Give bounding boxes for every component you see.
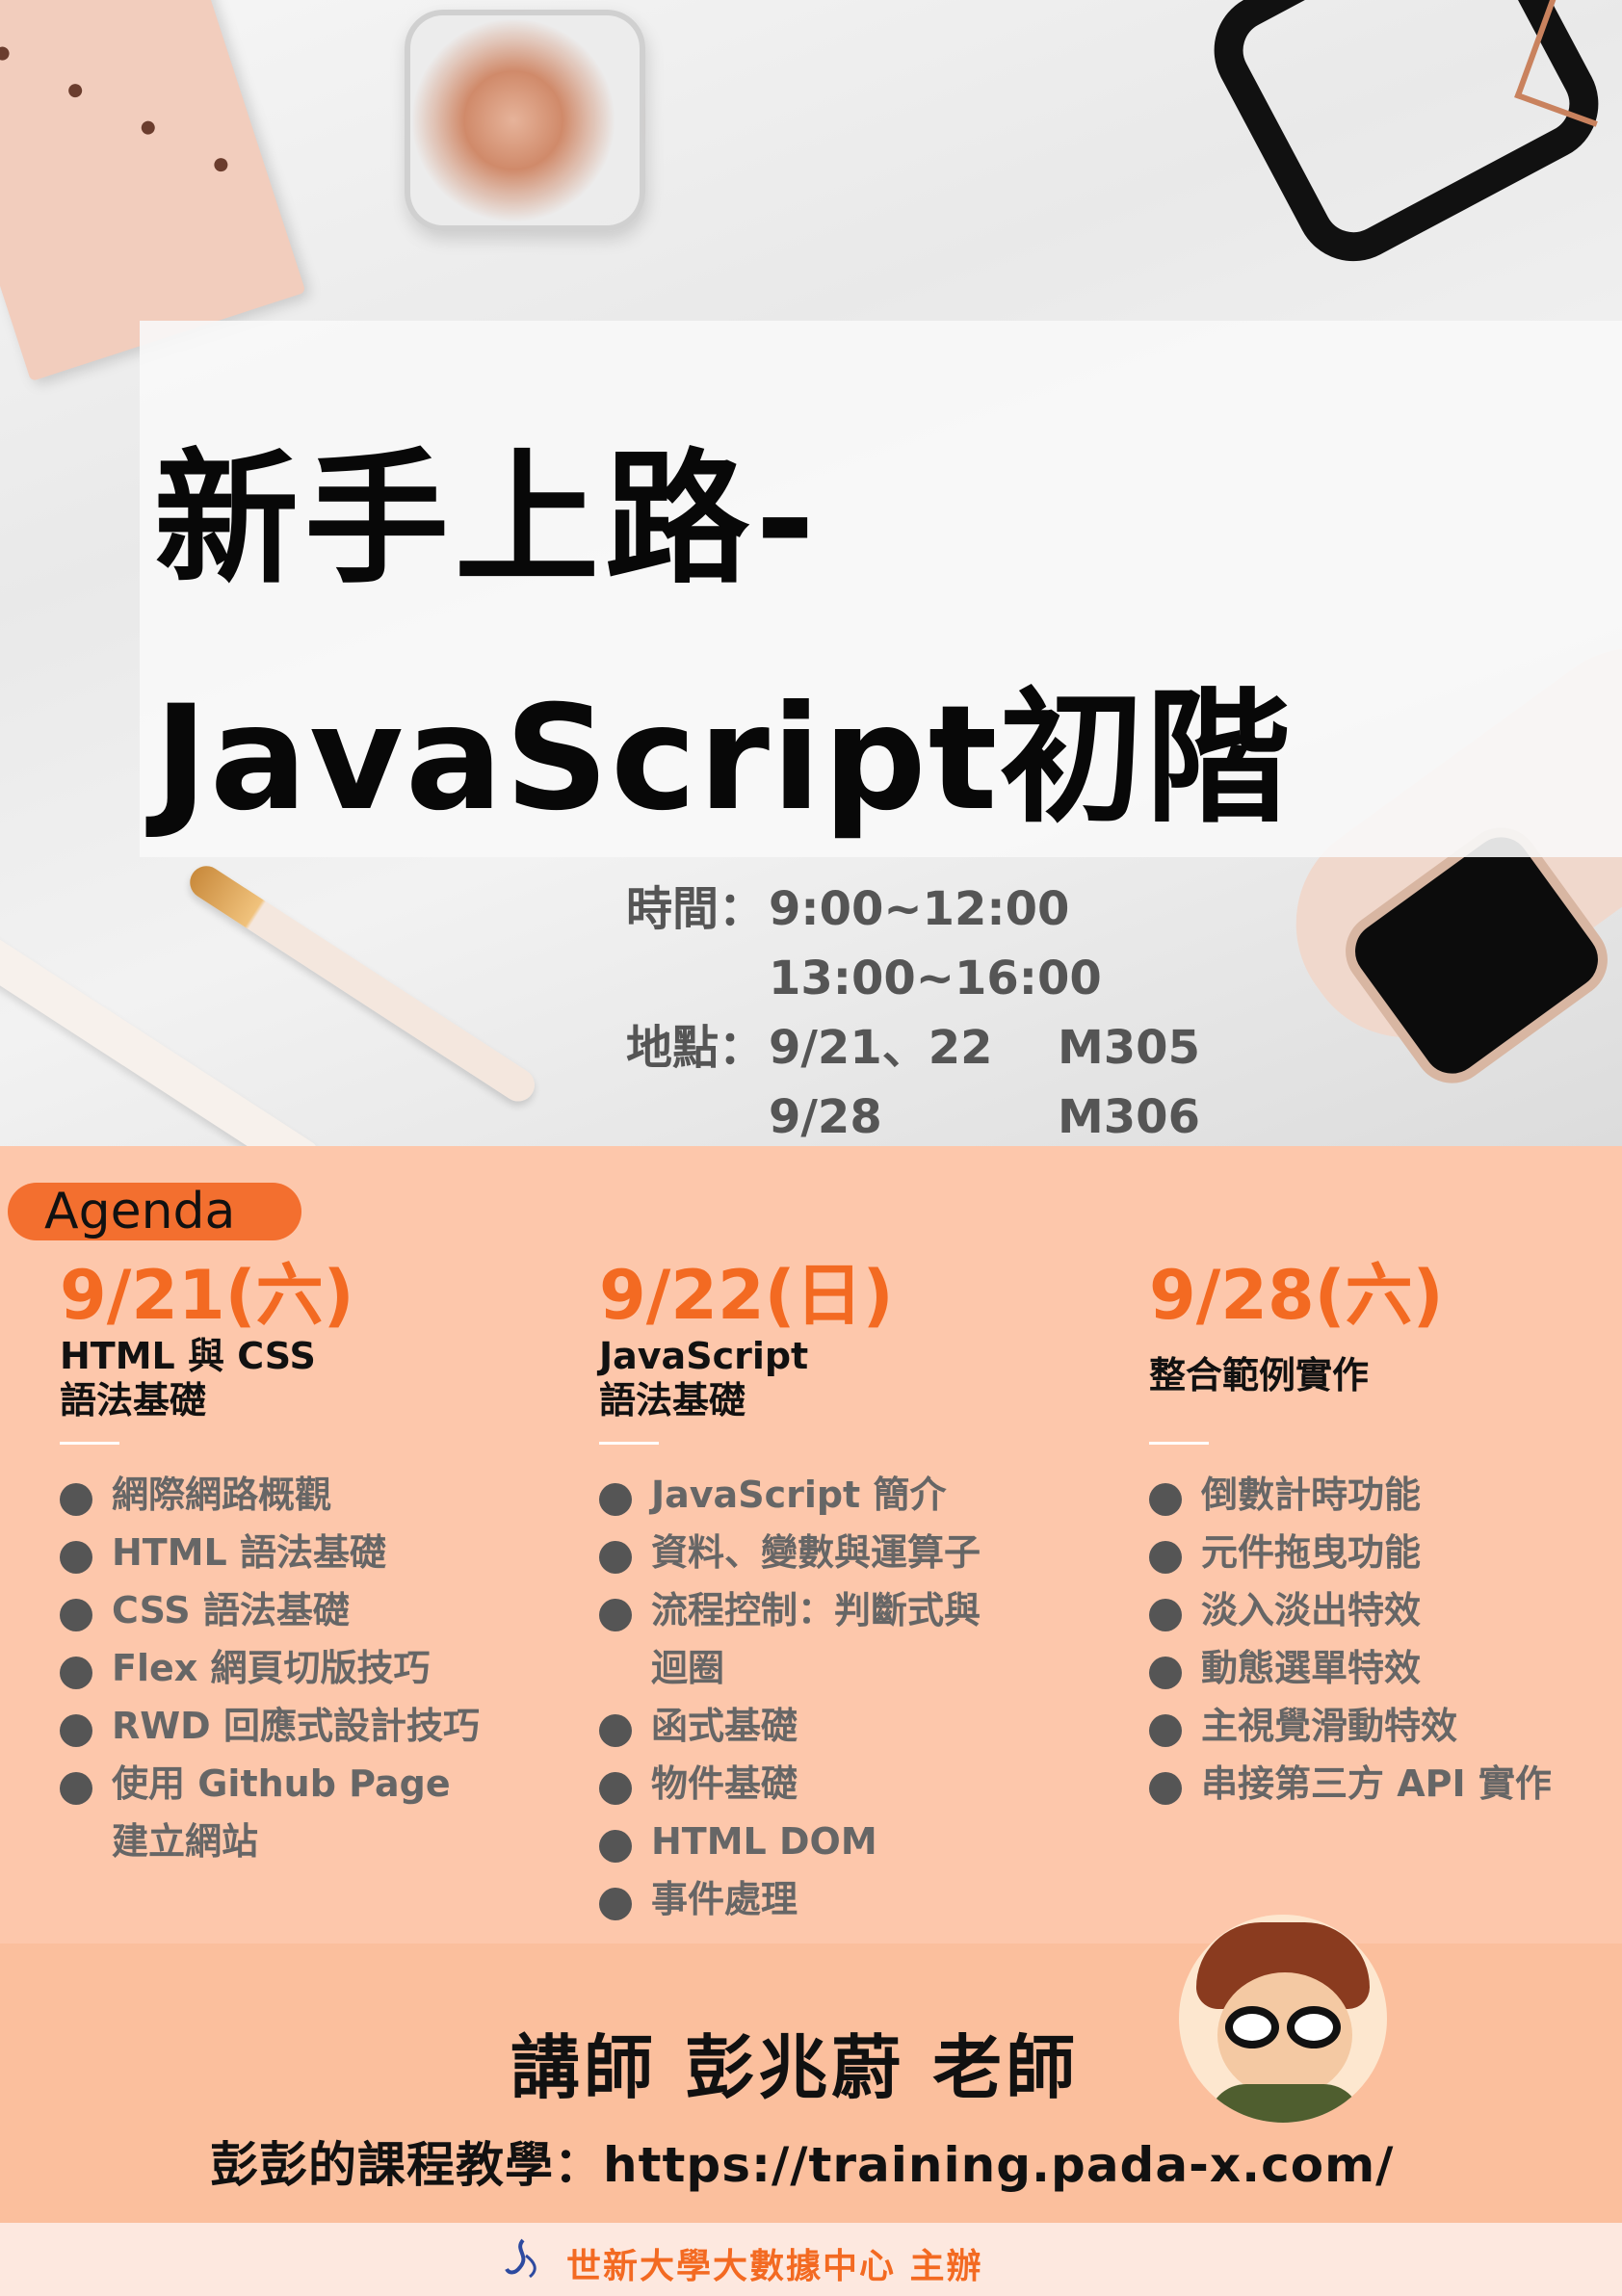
list-item: 物件基礎 [599,1755,1138,1813]
place-row-1: 地點： 9/21、22 M305 [626,1013,1200,1083]
bullet-icon [599,1888,632,1920]
list-item: 使用 Github Page [60,1755,599,1813]
day-subtitle: JavaScript 語法基礎 [599,1334,1138,1422]
list-item: 函式基礎 [599,1697,1138,1755]
bullet-icon [599,1541,632,1574]
agenda-tag: Agenda [8,1183,301,1240]
list-item: CSS 語法基礎 [60,1581,599,1639]
bullet-icon [1149,1772,1182,1805]
list-item: 動態選單特效 [1149,1639,1622,1697]
bullet-icon [60,1483,92,1516]
time-value-1: 9:00~12:00 [769,882,1070,936]
day-subtitle-line-1: 整合範例實作 [1149,1354,1370,1396]
list-item: JavaScript 簡介 [599,1466,1138,1524]
list-item: 網際網路概觀 [60,1466,599,1524]
university-logo-icon [505,2238,536,2279]
bullet-icon [60,1541,92,1574]
list-item: 淡入淡出特效 [1149,1581,1622,1639]
bullet-icon [599,1714,632,1747]
list-item: 串接第三方 API 實作 [1149,1755,1622,1813]
list-item: HTML 語法基礎 [60,1524,599,1581]
agenda-day-3: 9/28(六) 整合範例實作 倒數計時功能 元件拖曳功能 淡入淡出特效 動態選單… [1149,1257,1622,1813]
divider [599,1442,659,1445]
day-date: 9/28(六) [1149,1256,1444,1335]
list-item: Flex 網頁切版技巧 [60,1639,599,1697]
time-value-2: 13:00~16:00 [769,952,1102,1005]
organizer-text: 世新大學大數據中心 主辦 [566,2247,983,2286]
bullet-icon [60,1657,92,1689]
place-room-1: M305 [1058,1021,1200,1075]
bullet-icon [1149,1483,1182,1516]
day-date: 9/21(六) [60,1256,354,1335]
bullet-icon [1149,1599,1182,1631]
bullet-icon [599,1483,632,1516]
divider [1149,1442,1209,1445]
event-info: 時間： 9:00~12:00 13:00~16:00 地點： 9/21、22 M… [626,874,1200,1152]
time-label: 時間： [626,882,766,936]
list-item: 主視覺滑動特效 [1149,1697,1622,1755]
bullet-icon [60,1714,92,1747]
time-row-2: 13:00~16:00 [626,944,1200,1013]
bullet-icon [60,1599,92,1631]
day-subtitle: 整合範例實作 [1149,1334,1622,1422]
list-item-continuation: 迴圈 [651,1647,725,1689]
instructor-name: 講師 彭兆蔚 老師 [510,2027,1080,2108]
list-item: 流程控制：判斷式與 [599,1581,1138,1639]
list-item: 事件處理 [599,1870,1138,1928]
bullet-icon [60,1772,92,1805]
place-label: 地點： [626,1021,766,1075]
day-subtitle-line-2: 語法基礎 [599,1379,746,1422]
day-date: 9/22(日) [599,1256,894,1335]
topic-list: JavaScript 簡介 資料、變數與運算子 流程控制：判斷式與 迴圈 函式基… [599,1466,1138,1928]
agenda-day-1: 9/21(六) HTML 與 CSS 語法基礎 網際網路概觀 HTML 語法基礎… [60,1257,599,1870]
day-subtitle-line-1: JavaScript [599,1335,809,1377]
time-row-1: 時間： 9:00~12:00 [626,874,1200,944]
list-item-continuation: 建立網站 [112,1820,259,1863]
divider [60,1442,119,1445]
course-site-link[interactable]: 彭彭的課程教學：https://training.pada-x.com/ [210,2126,1394,2196]
day-subtitle: HTML 與 CSS 語法基礎 [60,1334,599,1422]
place-dates-1: 9/21、22 [769,1021,993,1075]
pen-image [183,859,541,1109]
place-room-2: M306 [1058,1090,1200,1144]
bullet-icon [599,1830,632,1863]
instructor-avatar [1179,1915,1387,2123]
title-line-2: JavaScript初階 [154,675,1293,843]
paperclip-jar-image [405,10,645,231]
bullet-icon [1149,1714,1182,1747]
bullet-icon [599,1772,632,1805]
bullet-icon [1149,1541,1182,1574]
place-dates-2: 9/28 [769,1090,882,1144]
place-row-2: 9/28 M306 [626,1083,1200,1152]
list-item: HTML DOM [599,1813,1138,1870]
title-line-1: 新手上路- [154,436,822,604]
bullet-icon [1149,1657,1182,1689]
list-item: 資料、變數與運算子 [599,1524,1138,1581]
list-item: RWD 回應式設計技巧 [60,1697,599,1755]
topic-list: 網際網路概觀 HTML 語法基礎 CSS 語法基礎 Flex 網頁切版技巧 RW… [60,1466,599,1870]
day-subtitle-line-2: 語法基礎 [60,1379,207,1422]
list-item: 元件拖曳功能 [1149,1524,1622,1581]
agenda-day-2: 9/22(日) JavaScript 語法基礎 JavaScript 簡介 資料… [599,1257,1138,1928]
list-item: 倒數計時功能 [1149,1466,1622,1524]
topic-list: 倒數計時功能 元件拖曳功能 淡入淡出特效 動態選單特效 主視覺滑動特效 串接第三… [1149,1466,1622,1813]
bullet-icon [599,1599,632,1631]
day-subtitle-line-1: HTML 與 CSS [60,1335,316,1377]
pencil-image [0,927,322,1146]
